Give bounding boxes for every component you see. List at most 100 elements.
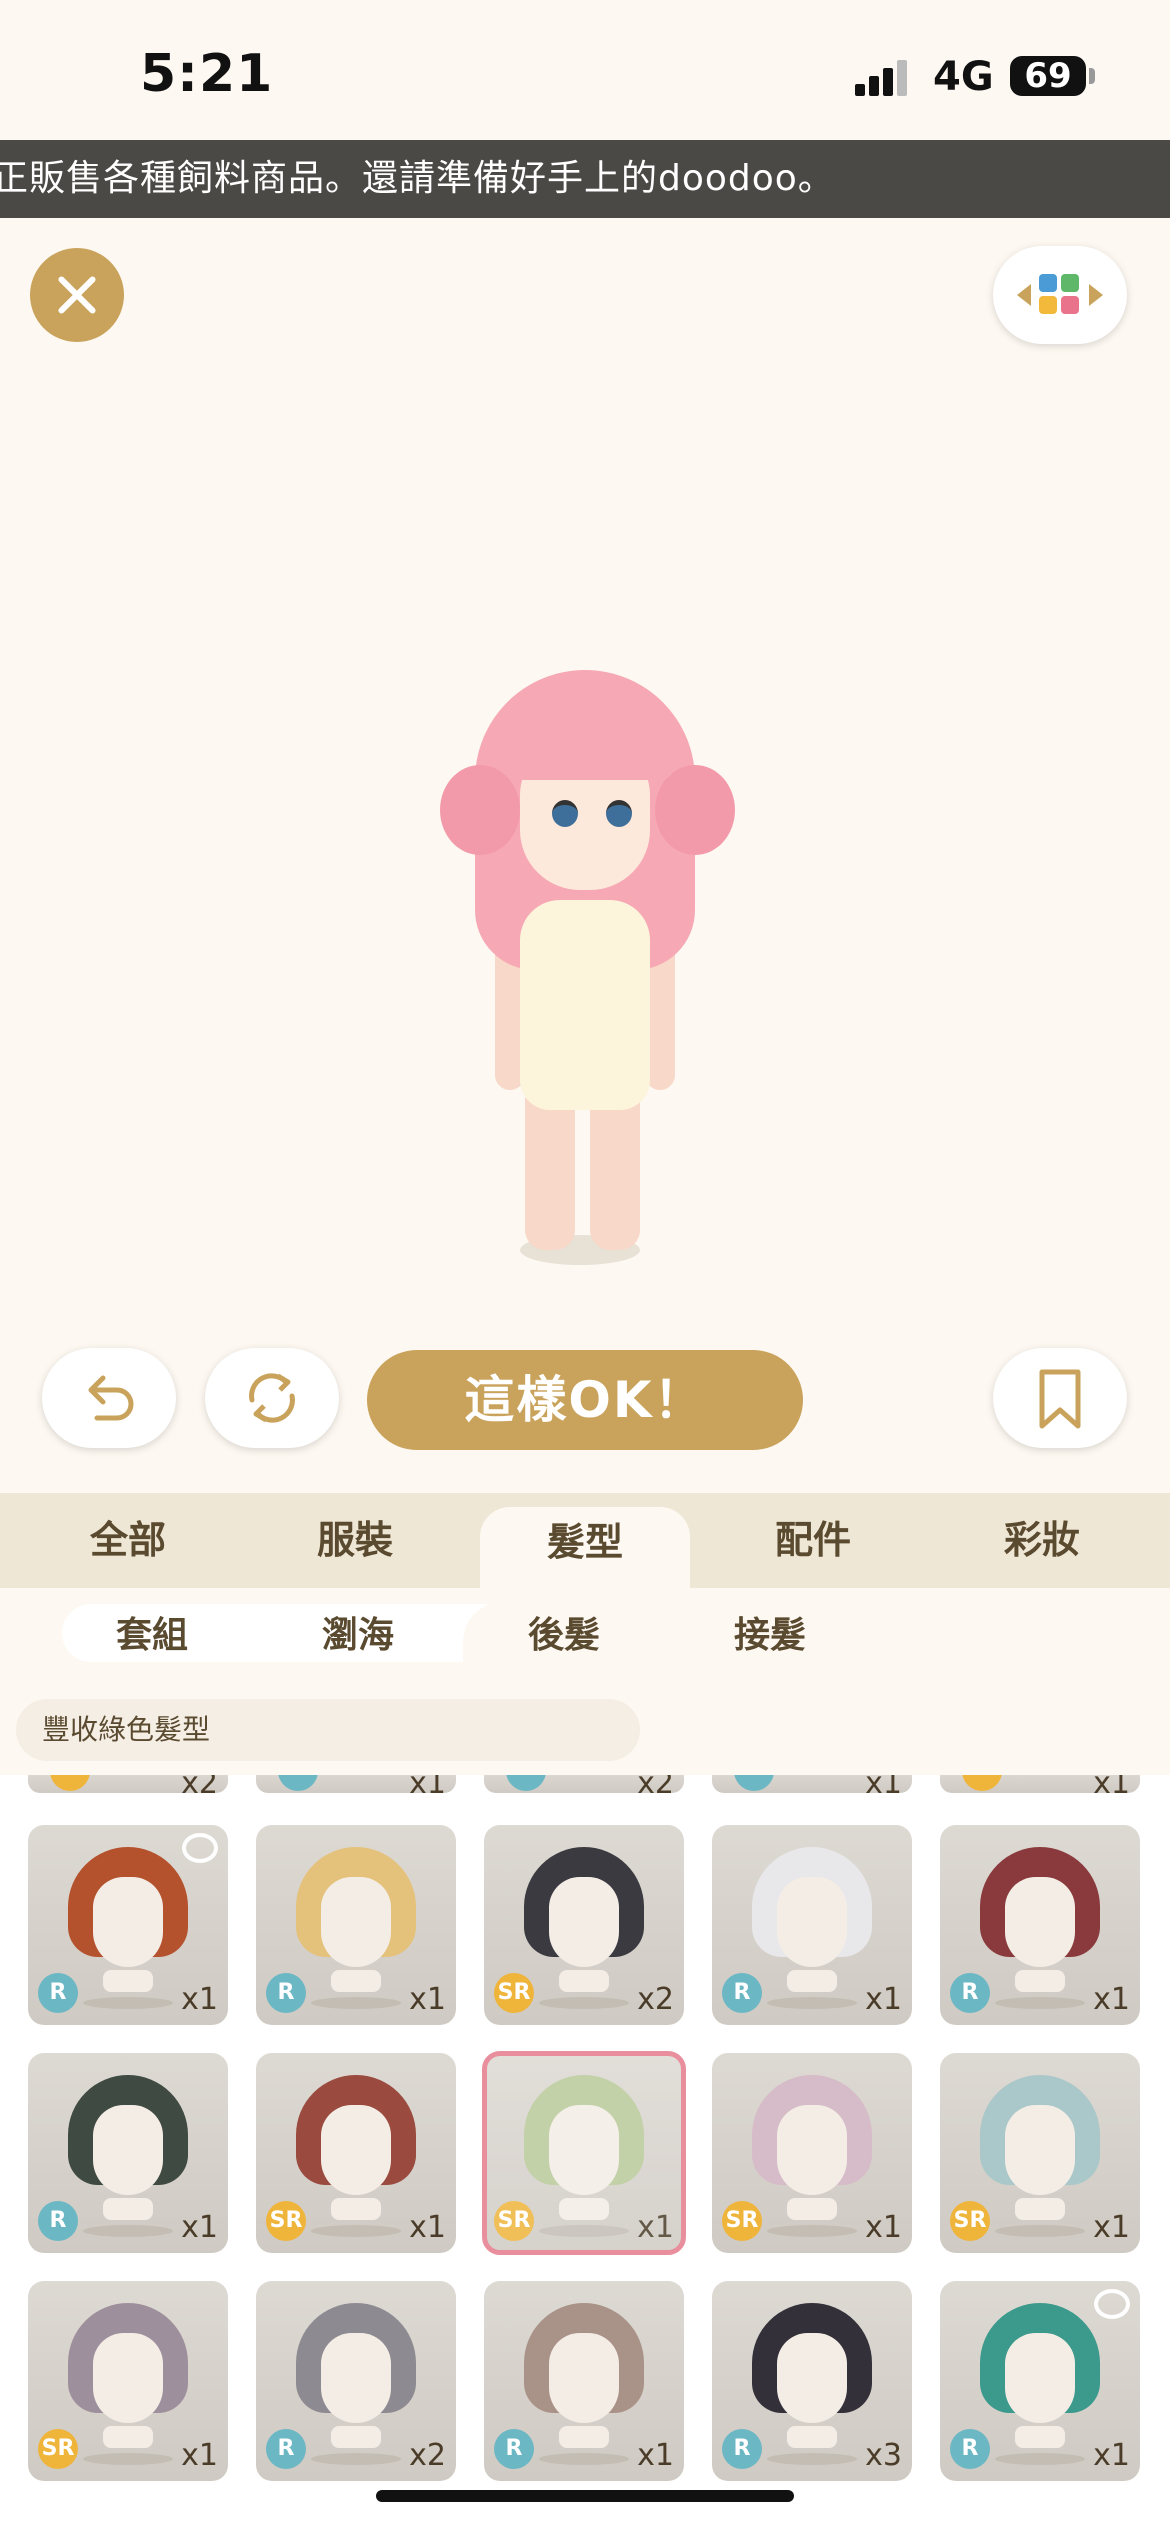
mannequin-shadow xyxy=(311,1997,401,2009)
mannequin-head xyxy=(321,1877,391,1967)
subtab-set[interactable]: 套組 xyxy=(116,1588,188,1683)
item-count: x1 xyxy=(181,1982,218,2017)
avatar-bangs xyxy=(495,680,675,780)
mannequin-shadow xyxy=(995,1997,1085,2009)
mannequin-stand xyxy=(103,2198,153,2220)
item-count: x1 xyxy=(409,2210,446,2245)
status-bar: 5:21 4G 69 xyxy=(0,0,1170,140)
item-count: x1 xyxy=(181,2210,218,2245)
mannequin-shadow xyxy=(539,2225,629,2237)
item-count: x1 xyxy=(1093,1982,1130,2017)
item-tile[interactable]: Rx1 xyxy=(256,1825,456,2025)
mannequin-head xyxy=(777,2105,847,2195)
signal-icon xyxy=(855,60,915,96)
rarity-badge: SR xyxy=(950,2201,990,2241)
mannequin-stand xyxy=(103,2426,153,2448)
rarity-badge: SR xyxy=(494,1973,534,2013)
item-tile[interactable]: SR x2 xyxy=(484,1825,684,2025)
mannequin-stand xyxy=(559,2198,609,2220)
item-count: x1 xyxy=(865,1775,902,1793)
item-tile[interactable]: SR x1 xyxy=(940,2053,1140,2253)
item-count: x1 xyxy=(181,2438,218,2473)
item-count: x1 xyxy=(1093,1775,1130,1793)
item-tile[interactable]: SR x1 xyxy=(256,2053,456,2253)
rarity-badge: R xyxy=(266,2429,306,2469)
news-ticker: 正販售各種飼料商品。還請準備好手上的doodoo。 xyxy=(0,140,1170,218)
mannequin-stand xyxy=(787,2426,837,2448)
palette-icon-pink xyxy=(1061,296,1079,314)
tab-makeup[interactable]: 彩妝 xyxy=(927,1493,1157,1588)
mannequin-head xyxy=(1005,1877,1075,1967)
mannequin-head xyxy=(93,2333,163,2423)
item-tile-partial[interactable]: x2 xyxy=(484,1775,684,1793)
palette-icon-yellow xyxy=(1039,296,1057,314)
item-tile-partial[interactable]: x1 xyxy=(940,1775,1140,1793)
tab-hairstyle[interactable]: 髮型 xyxy=(480,1507,690,1588)
item-tile[interactable]: Rx3 xyxy=(712,2281,912,2481)
rarity-badge: R xyxy=(950,2429,990,2469)
item-count: x1 xyxy=(409,1775,446,1793)
mannequin-stand xyxy=(1015,2426,1065,2448)
refresh-button[interactable] xyxy=(205,1348,339,1448)
status-time: 5:21 xyxy=(140,44,274,104)
undo-button[interactable] xyxy=(42,1348,176,1448)
item-tile-partial[interactable]: x2 xyxy=(28,1775,228,1793)
item-tile[interactable]: Rx1 xyxy=(940,1825,1140,2025)
palette-icon xyxy=(1039,274,1057,292)
mannequin-stand xyxy=(559,2426,609,2448)
rarity-badge xyxy=(734,1775,774,1791)
close-button[interactable] xyxy=(30,248,124,342)
subtab-bangs[interactable]: 瀏海 xyxy=(322,1588,394,1683)
avatar-eye xyxy=(606,800,632,827)
item-grid: x2 x1 x2 x1 x1 Rx1 Rx1 SR x2 Rx1 Rx1 Rx1 SR x1 SR x1 SR x… xyxy=(0,1775,1170,2532)
mannequin-stand xyxy=(103,1970,153,1992)
item-tile[interactable]: Rx2 xyxy=(256,2281,456,2481)
avatar-hair-bun xyxy=(655,765,735,855)
avatar-preview xyxy=(420,650,740,1290)
tab-clothing[interactable]: 服裝 xyxy=(240,1493,470,1588)
mannequin-shadow xyxy=(995,2225,1085,2237)
home-indicator[interactable] xyxy=(376,2490,794,2502)
item-tile-partial[interactable]: x1 xyxy=(712,1775,912,1793)
bookmark-button[interactable] xyxy=(993,1348,1127,1448)
bear-icon xyxy=(182,1833,218,1863)
item-tile[interactable]: Rx1 xyxy=(28,1825,228,2025)
mannequin-shadow xyxy=(995,2453,1085,2465)
mannequin-stand xyxy=(787,1970,837,1992)
mannequin-stand xyxy=(1015,1970,1065,1992)
item-tile[interactable]: Rx1 xyxy=(940,2281,1140,2481)
item-count: x2 xyxy=(409,2438,446,2473)
item-tile[interactable]: SR x1 xyxy=(482,2051,686,2255)
bear-icon xyxy=(1094,2289,1130,2319)
item-count: x2 xyxy=(637,1775,674,1793)
mannequin-head xyxy=(1005,2333,1075,2423)
rarity-badge: R xyxy=(266,1973,306,2013)
refresh-icon xyxy=(249,1373,295,1423)
item-tile-partial[interactable]: x1 xyxy=(256,1775,456,1793)
rarity-badge: SR xyxy=(494,2201,534,2241)
palette-button[interactable] xyxy=(993,246,1127,344)
rarity-badge: SR xyxy=(266,2201,306,2241)
rarity-badge xyxy=(506,1775,546,1791)
mannequin-shadow xyxy=(539,2453,629,2465)
mannequin-stand xyxy=(787,2198,837,2220)
item-tile[interactable]: Rx1 xyxy=(712,1825,912,2025)
item-tile[interactable]: Rx1 xyxy=(28,2053,228,2253)
confirm-ok-button[interactable]: 這樣OK！ xyxy=(367,1350,803,1450)
item-count: x1 xyxy=(1093,2210,1130,2245)
filter-chip[interactable]: 豐收綠色髮型 xyxy=(16,1699,640,1761)
item-tile[interactable]: SR x1 xyxy=(712,2053,912,2253)
item-tile[interactable]: SR x1 xyxy=(28,2281,228,2481)
mannequin-shadow xyxy=(83,1997,173,2009)
item-tile[interactable]: Rx1 xyxy=(484,2281,684,2481)
palette-icon-green xyxy=(1061,274,1079,292)
mannequin-head xyxy=(549,1877,619,1967)
mannequin-shadow xyxy=(539,1997,629,2009)
subtab-back-hair[interactable]: 後髮 xyxy=(528,1588,600,1683)
subtab-extensions[interactable]: 接髮 xyxy=(734,1588,806,1683)
tab-all[interactable]: 全部 xyxy=(13,1493,243,1588)
network-label: 4G xyxy=(933,54,994,100)
mannequin-head xyxy=(777,2333,847,2423)
tab-accessories[interactable]: 配件 xyxy=(698,1493,928,1588)
avatar-body xyxy=(520,900,650,1110)
